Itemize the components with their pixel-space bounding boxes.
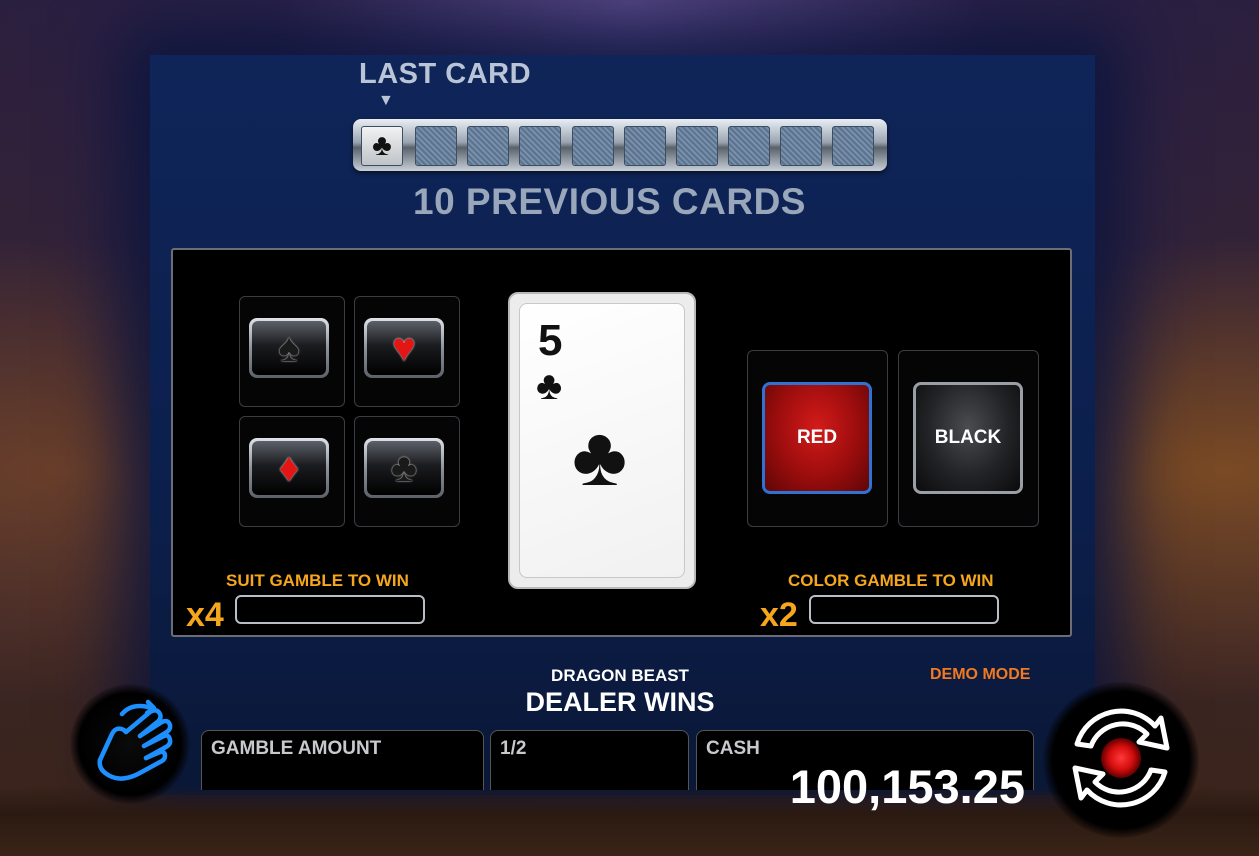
diamond-button[interactable]: ♦ — [249, 438, 329, 498]
diamond-slot: ♦ — [239, 416, 345, 527]
card-back — [728, 126, 770, 166]
step-box: 1/2 — [490, 730, 689, 790]
card-back — [832, 126, 874, 166]
card-back — [467, 126, 509, 166]
card-back — [572, 126, 614, 166]
spin-icon — [1072, 708, 1170, 808]
diamond-icon: ♦ — [252, 441, 326, 495]
color-win-field — [809, 595, 999, 624]
spade-button[interactable]: ♠ — [249, 318, 329, 378]
gamble-amount-label: GAMBLE AMOUNT — [211, 738, 382, 759]
last-card-arrow-icon: ▼ — [378, 92, 394, 109]
cash-value: 100,153.25 — [789, 760, 1025, 813]
heart-button[interactable]: ♥ — [364, 318, 444, 378]
club-button[interactable]: ♣ — [364, 438, 444, 498]
cash-box: CASH 100,153.25 — [696, 730, 1034, 813]
club-icon: ♣ — [367, 441, 441, 495]
card-back — [415, 126, 457, 166]
club-slot: ♣ — [354, 416, 460, 527]
suit-multiplier: x4 — [186, 596, 224, 634]
current-card: 5 ♣ ♣ — [508, 292, 696, 589]
hand-icon — [97, 699, 173, 781]
suit-gamble-label: SUIT GAMBLE TO WIN — [226, 571, 409, 590]
game-name: DRAGON BEAST — [551, 666, 689, 685]
previous-cards-strip: ♣ — [353, 119, 887, 171]
cash-label: CASH — [706, 738, 760, 759]
spade-slot: ♠ — [239, 296, 345, 407]
red-button[interactable]: RED — [762, 382, 872, 494]
step-label: 1/2 — [500, 738, 527, 759]
spade-icon: ♠ — [252, 321, 326, 375]
card-back — [676, 126, 718, 166]
last-card-label: LAST CARD — [359, 58, 532, 90]
previous-cards-label: 10 PREVIOUS CARDS — [413, 181, 806, 222]
card-back — [519, 126, 561, 166]
heart-icon: ♥ — [367, 321, 441, 375]
heart-slot: ♥ — [354, 296, 460, 407]
status-message: DEALER WINS — [525, 687, 715, 717]
card-suit-small-club-icon: ♣ — [536, 364, 563, 408]
card-back — [624, 126, 666, 166]
suit-win-field — [235, 595, 425, 624]
card-face: 5 ♣ ♣ — [519, 303, 685, 578]
start-button[interactable] — [1043, 682, 1199, 838]
card-back — [780, 126, 822, 166]
demo-mode-badge: DEMO MODE — [930, 666, 1031, 683]
gamble-amount-box: GAMBLE AMOUNT — [201, 730, 484, 790]
black-button[interactable]: BLACK — [913, 382, 1023, 494]
color-gamble-label: COLOR GAMBLE TO WIN — [788, 571, 994, 590]
color-multiplier: x2 — [760, 596, 798, 634]
last-card-club-icon: ♣ — [361, 126, 403, 166]
card-suit-center-club-icon: ♣ — [572, 409, 628, 503]
card-rank: 5 — [538, 316, 563, 365]
collect-button[interactable] — [70, 684, 190, 804]
